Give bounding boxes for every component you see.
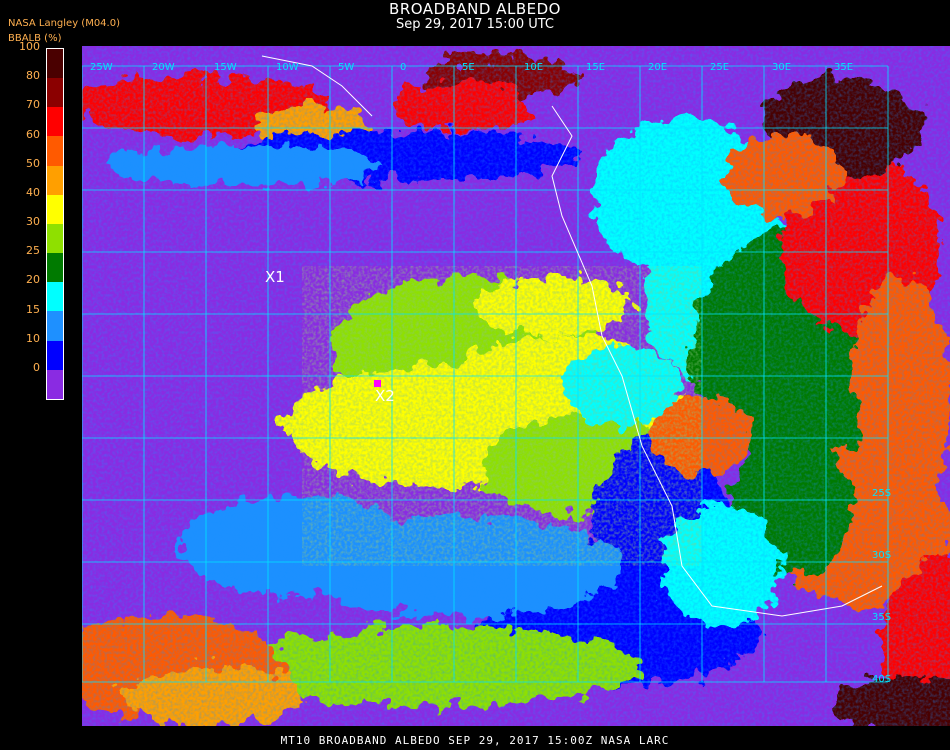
colorbar-swatch <box>47 340 63 370</box>
marker-x2: X2 <box>375 387 395 405</box>
lon-label: 5W <box>338 62 354 73</box>
lon-label: 15W <box>214 62 237 73</box>
colorbar-swatch <box>47 369 63 399</box>
speckle-texture <box>302 266 702 566</box>
colorbar-swatch <box>47 194 63 224</box>
colorbar-tick-label: 10 <box>26 331 40 345</box>
colorbar-swatch <box>47 253 63 283</box>
lat-label: 30S <box>872 550 891 561</box>
colorbar-swatch <box>47 136 63 166</box>
colorbar-swatch <box>47 311 63 341</box>
colorbar-tick-label: 50 <box>26 156 40 170</box>
colorbar-swatch <box>47 282 63 312</box>
lon-label: 20E <box>648 62 667 73</box>
colorbar-tick-label: 0 <box>33 360 40 374</box>
lon-label: 15E <box>586 62 605 73</box>
colorbar-tick-label: 20 <box>26 273 40 287</box>
colorbar-swatch <box>47 223 63 254</box>
lon-label: 10W <box>276 62 299 73</box>
source-label: NASA Langley (M04.0) <box>8 18 120 29</box>
map-canvas: 25W 20W 15W 10W 5W 0 5E 10E 15E 20E 25E 30E 35E 25S 30… <box>42 46 950 736</box>
lon-label: 0 <box>400 62 406 73</box>
colorbar-tick-label: 40 <box>26 185 40 199</box>
colorbar-swatch <box>47 49 63 79</box>
colorbar-swatch <box>47 78 63 108</box>
colorbar-tick-label: 15 <box>26 302 40 316</box>
lat-label: 35S <box>872 612 891 623</box>
lon-label: 5E <box>462 62 475 73</box>
colorbar-tick-label: 60 <box>26 127 40 141</box>
lat-label: 25S <box>872 488 891 499</box>
lon-label: 10E <box>524 62 543 73</box>
colorbar-tick-label: 80 <box>26 69 40 83</box>
lon-label: 35E <box>834 62 853 73</box>
colorbar-swatch <box>47 165 63 195</box>
albedo-map: 25W 20W 15W 10W 5W 0 5E 10E 15E 20E 25E 30E 35E 25S 30… <box>42 46 950 736</box>
lon-label: 25E <box>710 62 729 73</box>
colorbar-tick-label: 100 <box>19 40 40 53</box>
colorbar-tick-label: 30 <box>26 215 40 228</box>
colorbar-swatch <box>47 107 63 137</box>
footer-caption: MT10 BROADBAND ALBEDO SEP 29, 2017 15:00… <box>280 734 670 747</box>
marker-x1: X1 <box>265 268 285 286</box>
colorbar-tick-label: 25 <box>26 244 40 258</box>
lon-label: 20W <box>152 62 175 73</box>
marker-x2-dot <box>374 380 381 387</box>
lon-label: 30E <box>772 62 791 73</box>
lon-label: 25W <box>90 62 113 73</box>
lat-label: 40S <box>872 674 891 685</box>
colorbar <box>46 48 64 400</box>
map-datetime: Sep 29, 2017 15:00 UTC <box>395 17 555 32</box>
colorbar-tick-label: 70 <box>26 98 40 112</box>
map-title: BROADBAND ALBEDO <box>389 0 561 18</box>
